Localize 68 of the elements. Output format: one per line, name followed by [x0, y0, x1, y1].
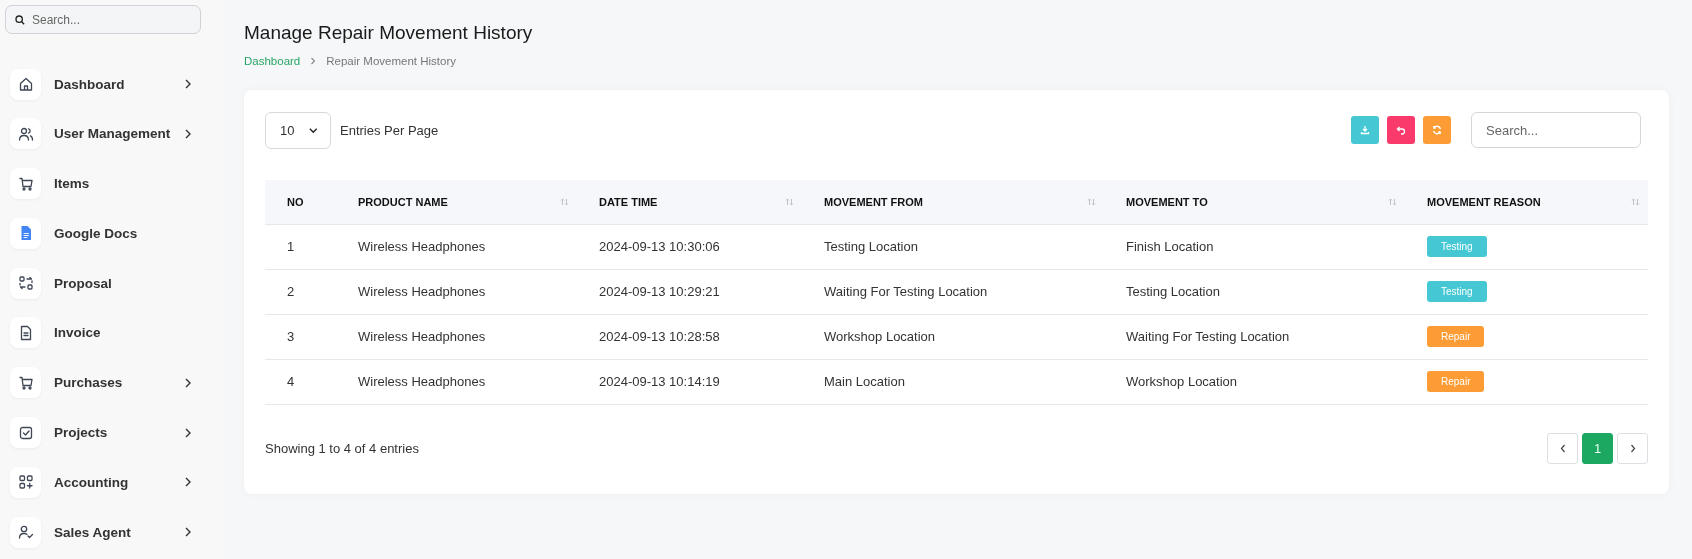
- search-field[interactable]: Search...: [5, 5, 201, 34]
- nav-item[interactable]: Sales Agent: [5, 516, 195, 549]
- users-icon: [17, 125, 34, 142]
- nav-item[interactable]: Accounting: [5, 466, 195, 499]
- nav-item[interactable]: Dashboard: [5, 68, 195, 100]
- column-header[interactable]: PRODUCT NAME: [336, 180, 577, 224]
- table-cell: Wireless Headphones: [336, 269, 577, 314]
- table-cell: Main Location: [802, 359, 1104, 404]
- column-header[interactable]: DATE TIME: [577, 180, 802, 224]
- nav-item[interactable]: Purchases: [5, 366, 195, 399]
- nav-item[interactable]: Google Docs: [5, 217, 195, 250]
- table-cell: 2024-09-13 10:14:19: [577, 359, 802, 404]
- cart-icon: [17, 175, 34, 192]
- search-icon: [15, 15, 25, 25]
- table-cell: Workshop Location: [802, 314, 1104, 359]
- home-icon: [17, 76, 34, 92]
- previous-page-button[interactable]: [1547, 432, 1578, 464]
- table-cell: 2024-09-13 10:29:21: [577, 269, 802, 314]
- table-cell: 2024-09-13 10:28:58: [577, 314, 802, 359]
- user-check-icon: [17, 524, 34, 541]
- table-cell: 2: [265, 269, 336, 314]
- table-cell: Workshop Location: [1104, 359, 1405, 404]
- nav-item[interactable]: Projects: [5, 416, 195, 449]
- table-cell: Testing Location: [802, 224, 1104, 269]
- nav-item[interactable]: Invoice: [5, 317, 195, 349]
- table-cell: 1: [265, 224, 336, 269]
- reason-badge: Testing: [1427, 236, 1487, 257]
- download-button[interactable]: [1351, 116, 1379, 144]
- table-cell: Waiting For Testing Location: [802, 269, 1104, 314]
- table-cell: Waiting For Testing Location: [1104, 314, 1405, 359]
- table-cell: Wireless Headphones: [336, 314, 577, 359]
- chevron-right-icon: [310, 57, 317, 65]
- table-cell: 4: [265, 359, 336, 404]
- undo-button[interactable]: [1387, 116, 1415, 144]
- reason-badge: Repair: [1427, 326, 1485, 347]
- search-field[interactable]: Search...: [1471, 112, 1641, 148]
- reason-badge: Repair: [1427, 371, 1485, 392]
- chevron-right-icon: [1629, 443, 1636, 453]
- swap-icon: [17, 275, 34, 292]
- checkbox-icon: [17, 424, 34, 441]
- nav-item[interactable]: Items: [5, 167, 195, 200]
- cart-icon: [17, 374, 34, 391]
- chevron-down-icon: [309, 126, 318, 134]
- refresh-button[interactable]: [1423, 116, 1451, 144]
- next-page-button[interactable]: [1617, 432, 1648, 464]
- nav-item[interactable]: Proposal: [5, 267, 195, 300]
- download-icon: [1360, 125, 1370, 135]
- table-cell: Wireless Headphones: [336, 224, 577, 269]
- chevron-left-icon: [1559, 443, 1566, 453]
- entries-summary: Showing 1 to 4 of 4 entries: [265, 440, 419, 456]
- entries-per-page-label: Entries Per Page: [340, 122, 439, 138]
- reason-badge: Testing: [1427, 281, 1487, 302]
- page-title: Manage Repair Movement History: [244, 21, 534, 45]
- table-cell: 3: [265, 314, 336, 359]
- breadcrumb-current: Repair Movement History: [326, 55, 456, 67]
- column-header[interactable]: MOVEMENT REASON: [1405, 180, 1648, 224]
- page-size-select[interactable]: 10: [265, 111, 331, 149]
- column-header[interactable]: MOVEMENT TO: [1104, 180, 1405, 224]
- refresh-icon: [1432, 125, 1442, 135]
- grid-plus-icon: [17, 474, 34, 491]
- undo-icon: [1396, 125, 1406, 135]
- column-header: NO: [265, 180, 336, 224]
- table-cell: Wireless Headphones: [336, 359, 577, 404]
- table-cell: Testing Location: [1104, 269, 1405, 314]
- nav-item[interactable]: User Management: [5, 117, 195, 150]
- table-cell: Finish Location: [1104, 224, 1405, 269]
- column-header[interactable]: MOVEMENT FROM: [802, 180, 1104, 224]
- table-cell: 2024-09-13 10:30:06: [577, 224, 802, 269]
